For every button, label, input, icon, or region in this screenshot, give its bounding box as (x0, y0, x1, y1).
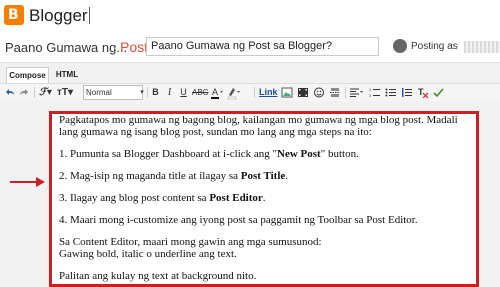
app-name: Blogger (29, 6, 88, 25)
text-color-icon[interactable]: A (209, 85, 224, 100)
paragraph: Pagkatapos mo gumawa ng bagong blog, kai… (59, 114, 458, 138)
underline-icon[interactable]: U (178, 85, 189, 100)
video-icon[interactable] (297, 85, 309, 100)
post-body-editor[interactable]: Pagkatapos mo gumawa ng bagong blog, kai… (49, 111, 479, 287)
text-line: Gawing bold, italic o underline ang text… (59, 248, 237, 260)
svg-text:2: 2 (369, 93, 372, 98)
post-header: Paano Gumawa ng... · Post Posting as (0, 33, 500, 63)
strikethrough-icon[interactable]: ABC (192, 85, 208, 100)
clear-formatting-icon[interactable]: T (417, 85, 429, 100)
breadcrumb-separator: · (113, 40, 118, 55)
header-divider (89, 7, 90, 24)
step-text: " button. (320, 148, 359, 160)
svg-text:A: A (212, 87, 218, 97)
font-family-icon[interactable]: ℱ▾ (38, 85, 53, 100)
toolbar-divider (254, 87, 255, 98)
avatar[interactable] (393, 39, 407, 53)
annotation-arrow (10, 181, 38, 183)
undo-icon[interactable] (4, 85, 16, 100)
paragraph: 3. Ilagay ang blog post content sa Post … (59, 192, 476, 204)
tab-html[interactable]: HTML (49, 67, 85, 82)
jump-break-icon[interactable] (329, 85, 341, 100)
svg-text:1: 1 (369, 87, 372, 92)
editor-tabs: Compose HTML (0, 63, 500, 83)
image-icon[interactable] (281, 85, 293, 100)
post-content[interactable]: Pagkatapos mo gumawa ng bagong blog, kai… (52, 114, 476, 282)
font-size-icon[interactable]: ᴛT▾ (56, 85, 74, 100)
emoji-icon[interactable] (313, 85, 325, 100)
post-title-input[interactable] (146, 37, 379, 56)
paragraph: Palitan ang kulay ng text at background … (59, 270, 257, 282)
posting-as-label: Posting as (411, 41, 458, 52)
step-bold-text: New Post (277, 148, 321, 160)
numbered-list-icon[interactable]: 12 (369, 85, 381, 100)
step-text: 2. Mag-isip ng maganda title at ilagay s… (59, 170, 241, 182)
paragraph: 1. Pumunta sa Blogger Dashboard at i-cli… (59, 148, 476, 160)
quote-icon[interactable] (401, 85, 413, 100)
step-text: 1. Pumunta sa Blogger Dashboard at i-cli… (59, 148, 278, 160)
post-label: Post (120, 39, 149, 55)
annotation-arrow-head (36, 177, 45, 187)
toolbar-divider (147, 87, 148, 98)
step-bold-text: Post Title (240, 170, 286, 182)
step-bold-text: Post Editor (209, 192, 263, 204)
toolbar-divider (34, 87, 35, 98)
chevron-down-icon: ▾ (140, 89, 144, 96)
bulleted-list-icon[interactable] (385, 85, 397, 100)
highlight-color-icon[interactable] (226, 85, 241, 100)
app-header: B Blogger (0, 0, 500, 33)
text-line: Sa Content Editor, maari mong gawin ang … (59, 236, 322, 248)
toolbar-divider (345, 87, 346, 98)
redo-icon[interactable] (18, 85, 30, 100)
step-text: . (285, 170, 289, 182)
paragraph: Sa Content Editor, maari mong gawin ang … (59, 236, 476, 260)
bold-icon[interactable]: B (150, 85, 161, 100)
blogger-logo-icon[interactable]: B (4, 5, 24, 25)
step-text: 3. Ilagay ang blog post content sa (59, 192, 210, 204)
link-button[interactable]: Link (259, 85, 278, 100)
paragraph: 2. Mag-isip ng maganda title at ilagay s… (59, 170, 476, 182)
svg-text:T: T (418, 87, 424, 97)
editor-toolbar: ℱ▾ ᴛT▾ Normal ▾ B I U ABC A Link 12 T (0, 83, 500, 102)
blog-name-link[interactable]: Paano Gumawa ng... (5, 40, 127, 55)
format-select[interactable]: Normal (83, 85, 143, 100)
step-text: . (262, 192, 266, 204)
italic-icon[interactable]: I (164, 85, 175, 100)
tab-compose[interactable]: Compose (6, 67, 49, 83)
post-editor-area: Pagkatapos mo gumawa ng bagong blog, kai… (0, 101, 500, 287)
paragraph: 4. Maari mong i-customize ang iyong post… (59, 214, 418, 226)
redacted-username (464, 41, 500, 53)
spellcheck-icon[interactable] (433, 85, 445, 100)
align-icon[interactable] (349, 85, 364, 100)
